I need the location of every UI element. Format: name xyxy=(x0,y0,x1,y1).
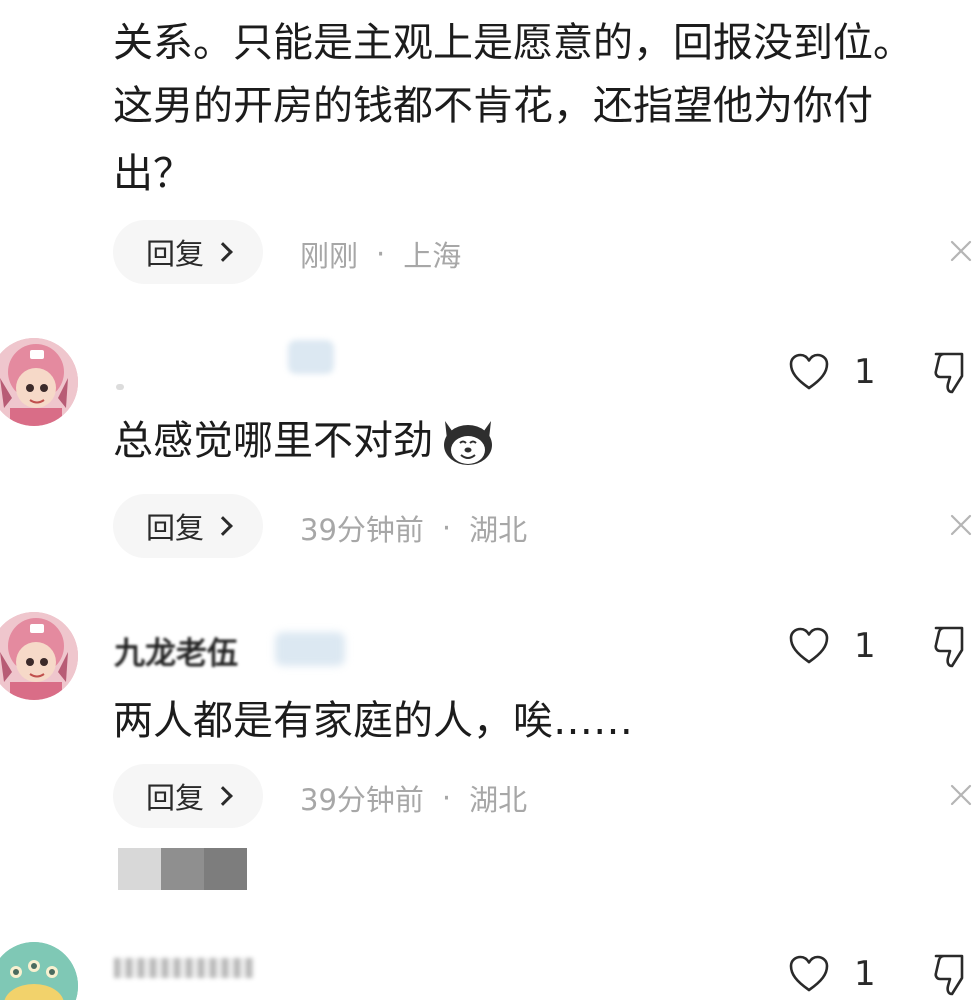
comment-text: 两人都是有家庭的人，唉…… xyxy=(113,698,633,744)
meta-separator: · xyxy=(441,781,452,815)
chevron-right-icon xyxy=(213,516,233,536)
thumbs-down-icon[interactable] xyxy=(932,624,972,670)
comment-meta: 39分钟前 · 湖北 xyxy=(300,507,527,549)
avatar[interactable] xyxy=(0,612,78,700)
username-redacted xyxy=(116,384,124,390)
mosaic-cell xyxy=(118,848,161,890)
like-button[interactable]: 1 xyxy=(788,626,876,666)
avatar[interactable] xyxy=(0,338,78,426)
comment-text-content: 总感觉哪里不对劲 xyxy=(113,418,433,464)
comment-time: 39分钟前 xyxy=(300,513,424,547)
close-icon[interactable] xyxy=(946,236,972,266)
user-badge xyxy=(275,632,345,666)
comment-text-line: 这男的开房的钱都不肯花，还指望他为你付 xyxy=(113,83,873,129)
like-count: 1 xyxy=(854,352,876,392)
avatar[interactable] xyxy=(0,942,78,1000)
close-icon[interactable] xyxy=(946,510,972,540)
username[interactable]: 九龙老伍 xyxy=(114,628,238,673)
like-count: 1 xyxy=(854,626,876,666)
comment-text-line: 关系。只能是主观上是愿意的，回报没到位。 xyxy=(113,20,913,66)
redacted-mosaic xyxy=(118,848,247,890)
mosaic-cell xyxy=(161,848,204,890)
reply-label: 回复 xyxy=(145,781,204,815)
like-button[interactable]: 1 xyxy=(788,954,876,994)
meta-separator: · xyxy=(441,511,452,545)
like-button[interactable]: 1 xyxy=(788,352,876,392)
heart-outline-icon xyxy=(789,353,829,390)
avatar-image xyxy=(0,338,78,426)
chevron-right-icon xyxy=(213,786,233,806)
comment-time: 39分钟前 xyxy=(300,783,424,817)
user-badge xyxy=(288,340,334,374)
comment-text: 总感觉哪里不对劲 xyxy=(113,410,497,473)
comment-location: 湖北 xyxy=(469,783,528,817)
thumbs-down-icon[interactable] xyxy=(932,952,972,998)
heart-outline-icon xyxy=(789,955,829,992)
chevron-right-icon xyxy=(213,242,233,262)
comment-location: 上海 xyxy=(403,239,462,273)
cut-off-text-line: ▇▇▇▇▇ ▇ ▇▇▇▇ ▇▇▇▇▇▇▇▇ ▇▇▇ xyxy=(113,0,972,6)
avatar-image xyxy=(0,612,78,700)
comment-meta: 刚刚 · 上海 xyxy=(300,233,461,275)
reply-label: 回复 xyxy=(145,237,204,271)
comment-list: ▇▇▇▇▇ ▇ ▇▇▇▇ ▇▇▇▇▇▇▇▇ ▇▇▇ 关系。只能是主观上是愿意的，… xyxy=(0,0,972,1000)
comment-location: 湖北 xyxy=(469,513,528,547)
mosaic-cell xyxy=(204,848,247,890)
heart-outline-icon xyxy=(789,627,829,664)
reply-label: 回复 xyxy=(145,511,204,545)
comment-meta: 39分钟前 · 湖北 xyxy=(300,777,527,819)
avatar-image xyxy=(0,942,78,1000)
reply-button[interactable]: 回复 xyxy=(113,494,263,558)
close-icon[interactable] xyxy=(946,780,972,810)
comment-time: 刚刚 xyxy=(300,239,359,273)
meta-separator: · xyxy=(376,237,386,271)
dog-emoji xyxy=(444,420,492,465)
username-redacted xyxy=(114,958,254,978)
reply-button[interactable]: 回复 xyxy=(113,764,263,828)
like-count: 1 xyxy=(854,954,876,994)
reply-button[interactable]: 回复 xyxy=(113,220,263,284)
thumbs-down-icon[interactable] xyxy=(932,350,972,396)
comment-text-line: 出？ xyxy=(113,151,193,197)
